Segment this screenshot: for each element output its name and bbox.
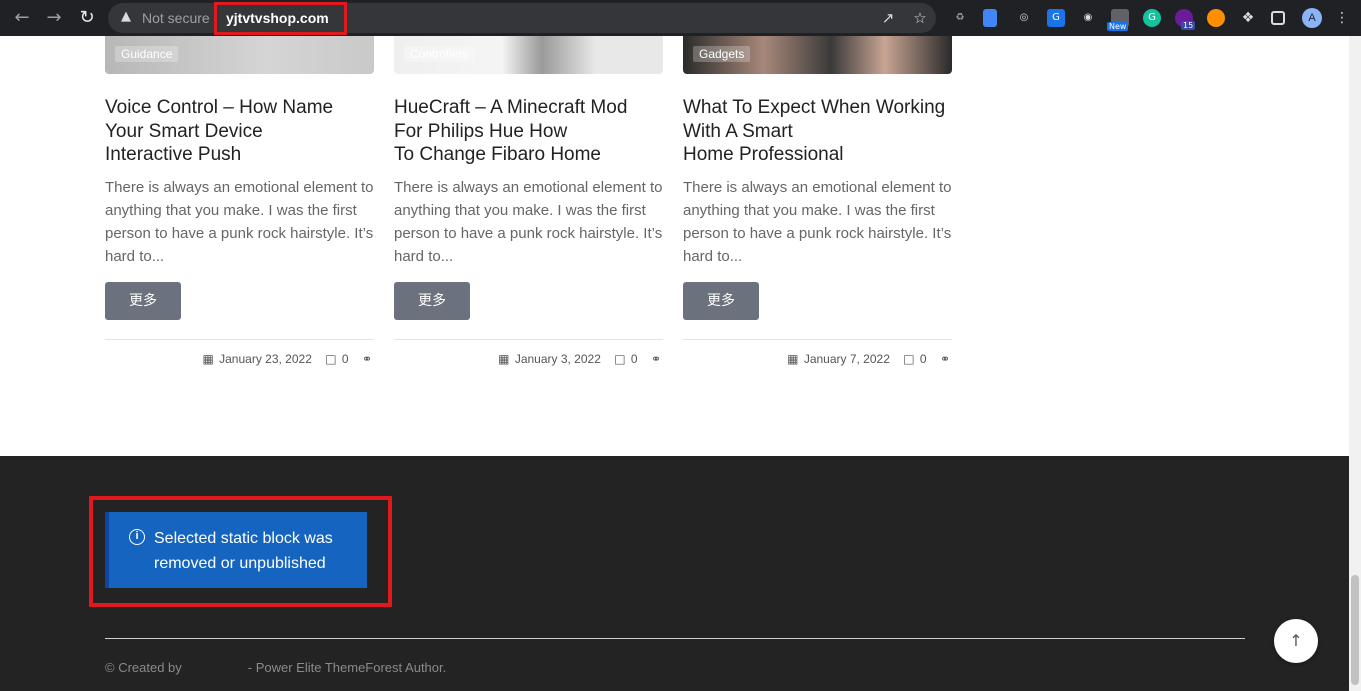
recycle-extension-icon[interactable]: ♻ xyxy=(951,9,969,27)
info-icon: i xyxy=(129,529,145,545)
comment-count[interactable]: 0 xyxy=(631,352,638,366)
divider xyxy=(394,339,663,340)
title-line[interactable]: To Change Fibaro Home xyxy=(394,143,663,167)
scrollbar-thumb[interactable] xyxy=(1351,575,1359,685)
calendar-icon: ▦ xyxy=(202,351,214,366)
footer-divider xyxy=(105,638,1245,639)
share-icon[interactable]: ⚭ xyxy=(651,352,661,366)
calendar-icon: ▦ xyxy=(787,351,799,366)
translate-extension-icon[interactable]: G xyxy=(1047,9,1065,27)
post-thumbnail[interactable]: Controllers xyxy=(394,36,663,74)
title-line[interactable]: Your Smart Device xyxy=(105,120,374,144)
title-line[interactable]: For Philips Hue How xyxy=(394,120,663,144)
url-highlight-box xyxy=(214,2,347,35)
divider xyxy=(683,339,952,340)
new-badge: New xyxy=(1107,22,1129,31)
category-tag[interactable]: Gadgets xyxy=(693,46,751,62)
reload-icon[interactable]: ↻ xyxy=(76,7,98,29)
divider xyxy=(105,339,374,340)
post-title[interactable]: What To Expect When Working With A Smart… xyxy=(683,96,952,167)
security-status[interactable]: Not secure xyxy=(142,10,210,26)
comment-count[interactable]: 0 xyxy=(920,352,927,366)
comment-icon[interactable]: □ xyxy=(325,352,336,366)
read-more-button[interactable]: 更多 xyxy=(683,282,759,320)
share-icon[interactable]: ↗ xyxy=(879,9,897,27)
share-icon[interactable]: ⚭ xyxy=(940,352,950,366)
puzzle-icon[interactable]: ❖ xyxy=(1239,9,1257,27)
read-more-button[interactable]: 更多 xyxy=(394,282,470,320)
profile-avatar[interactable]: A xyxy=(1302,8,1322,28)
post-meta: ▦ January 3, 2022 □ 0 ⚭ xyxy=(498,351,663,367)
category-tag[interactable]: Guidance xyxy=(115,46,179,62)
title-line[interactable]: Interactive Push xyxy=(105,143,374,167)
camera-extension-icon[interactable]: ◉ xyxy=(1079,9,1097,27)
kebab-menu-icon[interactable]: ⋮ xyxy=(1333,9,1351,27)
side-panel-icon[interactable] xyxy=(1271,11,1285,25)
calendar-icon: ▦ xyxy=(498,351,510,366)
share-icon[interactable]: ⚭ xyxy=(362,352,372,366)
post-thumbnail[interactable]: Guidance xyxy=(105,36,374,74)
read-more-button[interactable]: 更多 xyxy=(105,282,181,320)
forward-arrow-icon[interactable]: → xyxy=(43,7,65,29)
title-line[interactable]: What To Expect When Working xyxy=(683,96,952,120)
post-excerpt: There is always an emotional element to … xyxy=(105,179,374,265)
title-line[interactable]: With A Smart xyxy=(683,120,952,144)
copyright-text: © Created by - Power Elite ThemeForest Au… xyxy=(105,660,446,675)
post-excerpt: There is always an emotional element to … xyxy=(394,179,663,265)
grammarly-icon[interactable]: G xyxy=(1143,9,1161,27)
scroll-to-top-icon[interactable]: ↑ xyxy=(1274,619,1318,663)
copyright-prefix: © Created by xyxy=(105,660,182,675)
post-meta: ▦ January 7, 2022 □ 0 ⚭ xyxy=(787,351,952,367)
comment-icon[interactable]: □ xyxy=(903,352,914,366)
warning-icon[interactable]: ▲ xyxy=(118,9,134,25)
post-title[interactable]: HueCraft – A Minecraft Mod For Philips H… xyxy=(394,96,663,167)
post-date: January 3, 2022 xyxy=(514,351,601,366)
post-thumbnail[interactable]: Gadgets xyxy=(683,36,952,74)
post-date: January 7, 2022 xyxy=(803,351,890,366)
notice-message: Selected static block was removed or unp… xyxy=(154,530,333,572)
document-extension-icon[interactable] xyxy=(983,9,997,27)
title-line[interactable]: Voice Control – How Name xyxy=(105,96,374,120)
post-excerpt: There is always an emotional element to … xyxy=(683,179,952,265)
title-line[interactable]: Home Professional xyxy=(683,143,952,167)
back-arrow-icon[interactable]: ← xyxy=(11,7,33,29)
post-title[interactable]: Voice Control – How Name Your Smart Devi… xyxy=(105,96,374,167)
category-tag[interactable]: Controllers xyxy=(404,46,475,62)
copyright-suffix: - Power Elite ThemeForest Author. xyxy=(247,660,447,675)
star-icon[interactable]: ☆ xyxy=(911,9,929,27)
count-badge: 15 xyxy=(1181,21,1196,30)
comment-count[interactable]: 0 xyxy=(342,352,349,366)
globe-extension-icon[interactable]: ◎ xyxy=(1015,9,1033,27)
orange-extension-icon[interactable] xyxy=(1207,9,1225,27)
browser-toolbar: ← → ↻ ▲ Not secure yjtvtvshop.com ↗ ☆ ♻ … xyxy=(0,0,1361,36)
comment-icon[interactable]: □ xyxy=(614,352,625,366)
title-line[interactable]: HueCraft – A Minecraft Mod xyxy=(394,96,663,120)
post-date: January 23, 2022 xyxy=(219,351,312,366)
post-meta: ▦ January 23, 2022 □ 0 ⚭ xyxy=(202,351,374,367)
